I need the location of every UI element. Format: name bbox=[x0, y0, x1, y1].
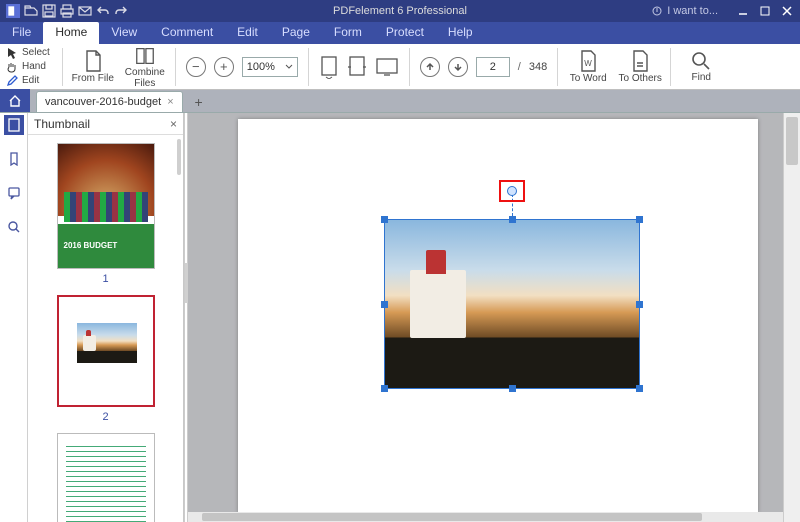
find-button[interactable]: Find bbox=[677, 45, 725, 89]
annotations-tab-icon[interactable] bbox=[4, 183, 24, 203]
resize-handle-bl[interactable] bbox=[381, 385, 388, 392]
menu-protect[interactable]: Protect bbox=[374, 22, 436, 44]
resize-handle-tm[interactable] bbox=[509, 216, 516, 223]
menu-form[interactable]: Form bbox=[322, 22, 374, 44]
close-tab-button[interactable]: × bbox=[167, 96, 173, 108]
thumbnail-close-button[interactable]: × bbox=[170, 117, 177, 131]
window-close-button[interactable] bbox=[778, 4, 796, 18]
resize-handle-br[interactable] bbox=[636, 385, 643, 392]
window-maximize-button[interactable] bbox=[756, 4, 774, 18]
horizontal-scrollbar[interactable] bbox=[188, 512, 783, 522]
i-want-to-label: I want to... bbox=[667, 5, 718, 17]
app-title: PDFelement 6 Professional bbox=[333, 5, 467, 17]
tool-edit[interactable]: Edit bbox=[6, 74, 50, 87]
to-word-button[interactable]: W To Word bbox=[564, 45, 612, 89]
thumbnail-number: 1 bbox=[102, 273, 108, 285]
qat-save-icon[interactable] bbox=[42, 4, 56, 18]
i-want-to[interactable]: I want to... bbox=[651, 5, 718, 17]
page-sep: / bbox=[518, 61, 521, 73]
image-content bbox=[385, 220, 639, 388]
document-tab-label: vancouver-2016-budget bbox=[45, 96, 161, 108]
side-icon-rail bbox=[0, 113, 28, 522]
window-minimize-button[interactable] bbox=[734, 4, 752, 18]
zoom-level-select[interactable]: 100% bbox=[242, 57, 298, 77]
prev-page-button[interactable] bbox=[420, 57, 440, 77]
vertical-scrollbar[interactable] bbox=[783, 113, 800, 522]
resize-handle-tl[interactable] bbox=[381, 216, 388, 223]
thumbnail-number: 2 bbox=[102, 411, 108, 423]
from-file-button[interactable]: From File bbox=[69, 45, 117, 89]
ribbon: Select Hand Edit From File CombineFiles … bbox=[0, 44, 800, 90]
thumbnail-page-2[interactable]: 2 bbox=[28, 295, 183, 423]
title-bar: PDFelement 6 Professional I want to... bbox=[0, 0, 800, 22]
thumbnail-title: Thumbnail bbox=[34, 117, 90, 131]
thumbnail-page-1[interactable]: 2016 BUDGET 1 bbox=[28, 143, 183, 285]
next-page-button[interactable] bbox=[448, 57, 468, 77]
thumbnail-page-3[interactable]: 3 bbox=[28, 433, 183, 522]
fit-width-button[interactable] bbox=[347, 55, 367, 79]
qat-print-icon[interactable] bbox=[60, 4, 74, 18]
start-tab[interactable] bbox=[0, 89, 30, 112]
page-number-input[interactable]: 2 bbox=[476, 57, 510, 77]
to-others-button[interactable]: To Others bbox=[616, 45, 664, 89]
zoom-out-button[interactable]: − bbox=[186, 57, 206, 77]
app-logo-icon bbox=[6, 4, 20, 18]
document-canvas[interactable] bbox=[188, 113, 783, 522]
zoom-value: 100% bbox=[247, 61, 275, 73]
menu-page[interactable]: Page bbox=[270, 22, 322, 44]
menu-comment[interactable]: Comment bbox=[149, 22, 225, 44]
thumbnails-tab-icon[interactable] bbox=[4, 115, 24, 135]
menu-file[interactable]: File bbox=[0, 22, 43, 44]
page-total: 348 bbox=[529, 61, 547, 73]
resize-handle-bm[interactable] bbox=[509, 385, 516, 392]
workspace: Thumbnail × 2016 BUDGET 1 2 3 bbox=[0, 113, 800, 522]
menu-edit[interactable]: Edit bbox=[225, 22, 270, 44]
tool-hand[interactable]: Hand bbox=[6, 60, 50, 73]
fit-page-button[interactable] bbox=[319, 55, 339, 79]
svg-text:W: W bbox=[584, 59, 592, 68]
fit-visible-button[interactable] bbox=[375, 57, 399, 77]
qat-email-icon[interactable] bbox=[78, 4, 92, 18]
chevron-down-icon bbox=[285, 63, 293, 71]
search-tab-icon[interactable] bbox=[4, 217, 24, 237]
selected-image[interactable] bbox=[384, 219, 640, 389]
zoom-in-button[interactable]: + bbox=[214, 57, 234, 77]
qat-open-icon[interactable] bbox=[24, 4, 38, 18]
combine-files-button[interactable]: CombineFiles bbox=[121, 45, 169, 89]
tool-select[interactable]: Select bbox=[6, 46, 50, 59]
qat-undo-icon[interactable] bbox=[96, 4, 110, 18]
thumbnail-panel: Thumbnail × 2016 BUDGET 1 2 3 bbox=[28, 113, 184, 522]
document-tab-strip: vancouver-2016-budget × + bbox=[0, 90, 800, 113]
qat-redo-icon[interactable] bbox=[114, 4, 128, 18]
menu-view[interactable]: View bbox=[99, 22, 149, 44]
rotate-highlight bbox=[499, 180, 525, 202]
page-view bbox=[238, 119, 758, 513]
thumbnail-scrollbar[interactable] bbox=[177, 139, 181, 175]
resize-handle-tr[interactable] bbox=[636, 216, 643, 223]
document-tab[interactable]: vancouver-2016-budget × bbox=[36, 91, 183, 112]
new-tab-button[interactable]: + bbox=[189, 92, 209, 112]
resize-handle-mr[interactable] bbox=[636, 301, 643, 308]
menu-home[interactable]: Home bbox=[43, 22, 99, 44]
menu-bar: File Home View Comment Edit Page Form Pr… bbox=[0, 22, 800, 44]
menu-help[interactable]: Help bbox=[436, 22, 485, 44]
resize-handle-ml[interactable] bbox=[381, 301, 388, 308]
bookmarks-tab-icon[interactable] bbox=[4, 149, 24, 169]
